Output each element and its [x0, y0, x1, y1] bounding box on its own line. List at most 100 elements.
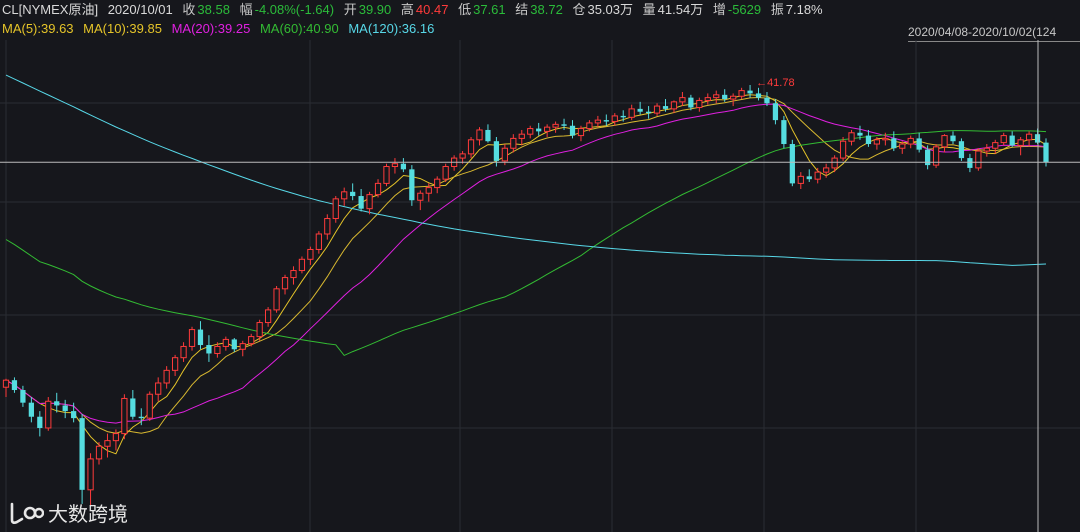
candle-body[interactable] — [510, 137, 517, 149]
candle-body[interactable] — [857, 132, 863, 136]
candle-body[interactable] — [789, 144, 795, 184]
candle-body[interactable] — [941, 135, 948, 148]
candle-body[interactable] — [637, 108, 643, 112]
candle-body[interactable] — [37, 416, 43, 428]
candle-body[interactable] — [366, 194, 373, 210]
candle-body[interactable] — [121, 397, 128, 435]
candle-body[interactable] — [341, 191, 348, 200]
candle-body[interactable] — [425, 187, 432, 194]
candle-body[interactable] — [28, 402, 34, 417]
candle-body[interactable] — [899, 143, 906, 149]
candle-body[interactable] — [797, 175, 804, 184]
candle-body[interactable] — [586, 122, 593, 130]
candle-body[interactable] — [383, 166, 390, 184]
candle-body[interactable] — [231, 339, 237, 350]
candle-body[interactable] — [71, 411, 77, 419]
candle-body[interactable] — [87, 458, 94, 491]
candle-body[interactable] — [527, 128, 534, 135]
candle-body[interactable] — [848, 132, 855, 142]
candle-body[interactable] — [391, 163, 399, 168]
candle-body[interactable] — [417, 192, 424, 201]
candle-body[interactable] — [755, 93, 762, 98]
candle-body[interactable] — [730, 95, 737, 100]
candle-body[interactable] — [916, 138, 922, 150]
candle-body[interactable] — [104, 440, 111, 447]
candle-body[interactable] — [544, 126, 551, 132]
candle-body[interactable] — [620, 115, 626, 118]
candle-body[interactable] — [434, 178, 441, 189]
candle-body[interactable] — [54, 401, 60, 406]
candle-body[interactable] — [11, 380, 18, 391]
candle-body[interactable] — [882, 137, 889, 141]
candle-body[interactable] — [188, 329, 196, 347]
candle-body[interactable] — [1000, 135, 1007, 144]
candle-body[interactable] — [823, 167, 830, 173]
candle-body[interactable] — [281, 277, 289, 290]
candle-body[interactable] — [442, 166, 449, 180]
candle-body[interactable] — [1043, 142, 1049, 163]
candle-body[interactable] — [653, 105, 661, 114]
candle-body[interactable] — [975, 150, 982, 169]
candle-body[interactable] — [814, 171, 821, 180]
candle-body[interactable] — [350, 191, 356, 197]
candle-body[interactable] — [214, 345, 221, 354]
candle-body[interactable] — [358, 196, 364, 209]
candle-body[interactable] — [781, 120, 787, 145]
candle-body[interactable] — [20, 390, 26, 403]
candle-body[interactable] — [273, 288, 280, 311]
candle-body[interactable] — [577, 128, 585, 137]
candle-body[interactable] — [967, 158, 973, 168]
candle-body[interactable] — [561, 124, 567, 126]
candle-body[interactable] — [180, 345, 187, 359]
candle-body[interactable] — [332, 198, 339, 220]
candle-body[interactable] — [79, 418, 85, 490]
candle-body[interactable] — [713, 94, 720, 99]
candle-body[interactable] — [772, 103, 779, 121]
candle-body[interactable] — [992, 142, 999, 149]
candle-body[interactable] — [146, 393, 153, 419]
candle-body[interactable] — [865, 135, 872, 145]
candle-body[interactable] — [467, 139, 475, 155]
candle-body[interactable] — [670, 101, 678, 110]
candle-body[interactable] — [501, 147, 508, 162]
candle-body[interactable] — [315, 233, 322, 250]
candle-body[interactable] — [163, 369, 170, 384]
candle-body[interactable] — [239, 343, 246, 350]
candle-body[interactable] — [891, 138, 897, 149]
candle-body[interactable] — [688, 97, 694, 108]
candle-body[interactable] — [307, 248, 314, 260]
candle-body[interactable] — [722, 94, 728, 100]
candle-body[interactable] — [594, 119, 601, 124]
candle-body[interactable] — [764, 97, 770, 104]
candle-body[interactable] — [171, 357, 179, 371]
candle-body[interactable] — [248, 336, 255, 345]
candle-body[interactable] — [95, 445, 103, 460]
candle-body[interactable] — [679, 97, 686, 103]
candle-body[interactable] — [130, 398, 136, 417]
candle-body[interactable] — [1025, 133, 1033, 141]
candle-body[interactable] — [197, 329, 204, 346]
candle-body[interactable] — [747, 90, 753, 94]
candle-body[interactable] — [552, 123, 559, 128]
candle-body[interactable] — [873, 139, 881, 145]
candle-body[interactable] — [738, 90, 745, 97]
candle-body[interactable] — [2, 379, 10, 388]
candle-body[interactable] — [62, 405, 68, 412]
candle-body[interactable] — [983, 147, 990, 152]
candle-body[interactable] — [1017, 139, 1024, 146]
candle-body[interactable] — [409, 169, 415, 201]
candle-body[interactable] — [662, 106, 669, 109]
candle-body[interactable] — [264, 309, 272, 324]
candle-body[interactable] — [831, 157, 838, 169]
candle-body[interactable] — [839, 140, 847, 159]
candle-body[interactable] — [645, 111, 652, 114]
candle-body[interactable] — [603, 120, 609, 122]
candle-body[interactable] — [536, 128, 542, 132]
candle-body[interactable] — [696, 99, 703, 108]
candle-body[interactable] — [138, 416, 144, 419]
candle-body[interactable] — [806, 176, 812, 180]
candle-body[interactable] — [950, 135, 956, 142]
candle-body[interactable] — [298, 258, 306, 272]
candle-body[interactable] — [628, 108, 635, 118]
candle-body[interactable] — [222, 338, 229, 347]
